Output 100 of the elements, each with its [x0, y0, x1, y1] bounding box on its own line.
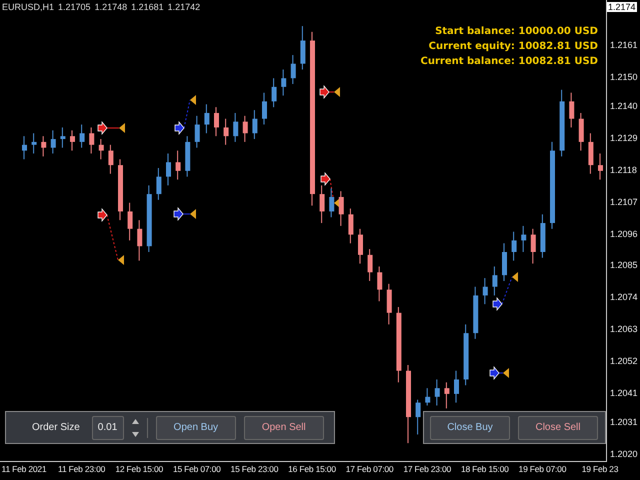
order-button[interactable]: Open Buy — [156, 416, 236, 440]
candle — [128, 202, 133, 241]
time-axis-label: 19 Feb 23 — [582, 464, 618, 474]
price-axis-label: 1.2118 — [610, 164, 637, 175]
price-value: 1.21681 — [131, 2, 164, 12]
candle — [492, 266, 498, 296]
candle — [242, 115, 248, 142]
candle — [137, 220, 142, 262]
time-axis-label: 11 Feb 23:00 — [58, 464, 106, 474]
order-button[interactable]: Open Sell — [244, 416, 324, 440]
leader-line — [330, 178, 334, 204]
candle — [156, 168, 162, 200]
arrow-icon — [490, 366, 500, 380]
order-size-field[interactable]: 0.01 — [92, 416, 124, 440]
candle — [60, 126, 66, 148]
candle — [224, 118, 229, 146]
candle — [300, 26, 306, 70]
candle — [252, 110, 258, 140]
candle — [358, 228, 363, 264]
candle — [560, 89, 565, 157]
candle — [22, 136, 27, 160]
candle — [204, 104, 210, 134]
account-info-text: Current equity: 10082.81 USD — [428, 40, 598, 54]
price-axis-label: 1.2041 — [610, 388, 638, 398]
candle — [166, 153, 171, 186]
price-axis-label: 1.2140 — [610, 101, 638, 112]
triangle-icon — [503, 368, 509, 378]
candle — [521, 225, 526, 252]
candle — [482, 278, 488, 305]
candle — [464, 324, 469, 386]
leader-line — [498, 372, 504, 374]
triangle-icon — [118, 255, 124, 265]
candle — [338, 190, 344, 226]
price-axis-label: 1.2063 — [610, 324, 638, 334]
time-axis-label: 16 Feb 15:00 — [288, 464, 336, 474]
candle — [262, 92, 267, 126]
price-axis-label: 1.2096 — [610, 228, 638, 239]
candle — [70, 130, 75, 152]
time-axis-label: 17 Feb 23:00 — [403, 464, 452, 474]
up-arrow-icon[interactable] — [132, 418, 139, 424]
arrow-icon — [320, 85, 330, 99]
price-axis-label: 1.2107 — [610, 196, 638, 207]
time-axis-label: 19 Feb 07:00 — [518, 464, 566, 474]
candle — [98, 138, 104, 160]
triangle-icon — [119, 123, 125, 133]
candle — [377, 266, 382, 302]
time-axis-label: 17 Feb 07:00 — [346, 464, 394, 474]
candle — [50, 130, 56, 154]
candle — [281, 69, 286, 96]
candle — [348, 208, 354, 244]
candle — [185, 136, 190, 178]
triangle-icon — [190, 209, 196, 219]
triangle-icon — [334, 198, 340, 208]
arrow-icon — [174, 207, 184, 221]
candle — [454, 370, 459, 404]
candle — [80, 124, 85, 148]
price-axis-label: 1.2052 — [610, 356, 638, 366]
down-arrow-icon[interactable] — [132, 432, 139, 436]
leader-line — [106, 214, 118, 260]
candle — [425, 388, 430, 406]
arrow-icon — [174, 121, 184, 135]
close-button[interactable]: Close Buy — [430, 416, 510, 440]
candle — [146, 184, 152, 252]
candle — [578, 112, 584, 152]
candle — [41, 136, 46, 157]
candle — [320, 184, 325, 224]
candle — [434, 378, 440, 406]
triangle-icon — [190, 95, 196, 105]
candle — [473, 286, 478, 340]
arrow-icon — [320, 172, 330, 186]
candle — [118, 158, 123, 221]
current-price-label: 1.2174 — [607, 2, 637, 12]
time-axis-label: 15 Feb 07:00 — [172, 464, 221, 474]
arrow-icon — [98, 121, 108, 135]
time-axis-label: 15 Feb 23:00 — [230, 464, 278, 474]
candle — [176, 150, 181, 180]
price-axis-label: 1.2020 — [610, 448, 638, 459]
price-axis-label: 1.2031 — [610, 416, 638, 427]
close-button[interactable]: Close Sell — [518, 416, 598, 440]
candle — [214, 106, 219, 137]
candle — [32, 132, 37, 154]
candle — [233, 112, 238, 142]
arrow-icon — [98, 208, 108, 222]
candle — [512, 231, 517, 262]
candle — [386, 283, 392, 325]
candle — [502, 242, 507, 282]
price-axis-label: 1.2129 — [610, 133, 638, 144]
price-value: 1.21742 — [168, 2, 200, 12]
candle — [290, 54, 296, 84]
triangle-icon — [512, 272, 518, 282]
arrow-icon — [492, 297, 502, 311]
candle — [530, 228, 536, 264]
price-value: 1.21748 — [94, 2, 128, 12]
candle — [368, 248, 373, 282]
candle — [588, 132, 594, 174]
time-axis-label: 18 Feb 15:00 — [460, 464, 509, 474]
order-size-label: Order Size — [32, 422, 80, 433]
candle — [598, 153, 603, 180]
candle — [194, 115, 200, 148]
candle — [569, 92, 574, 128]
